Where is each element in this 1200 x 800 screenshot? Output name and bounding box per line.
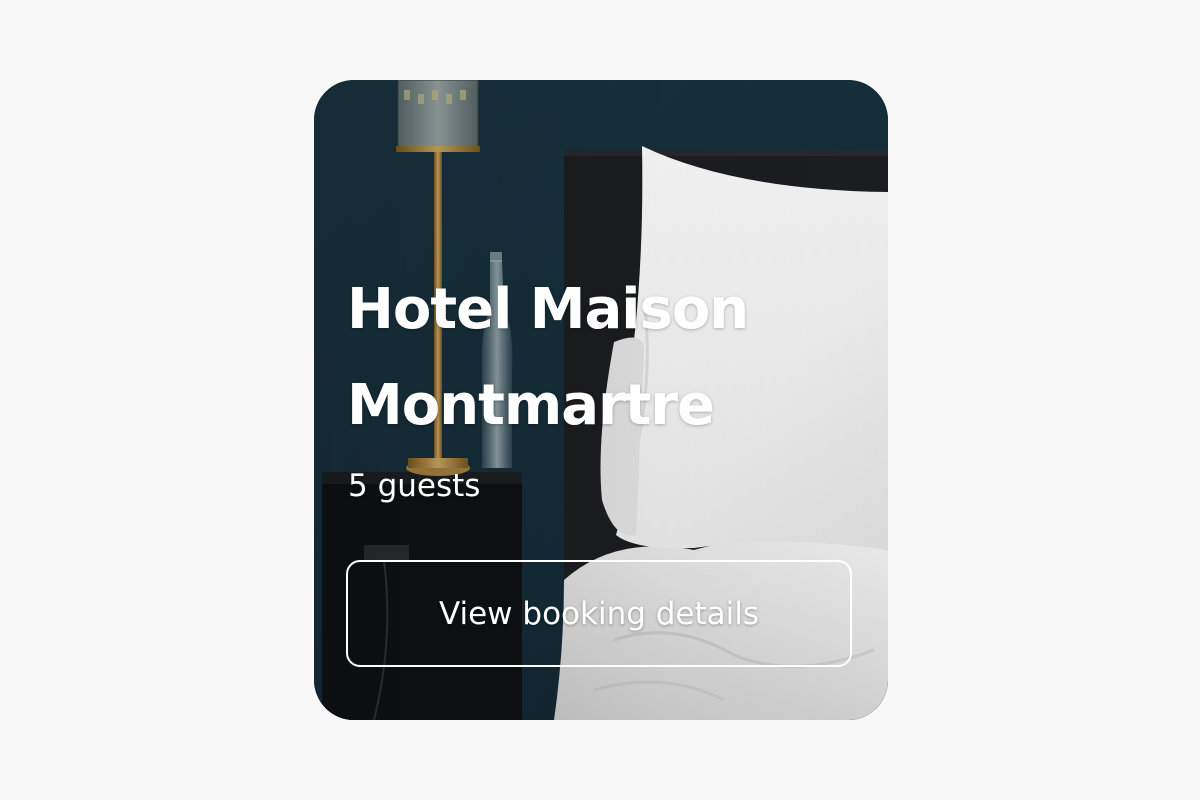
view-booking-details-button[interactable]: View booking details	[346, 560, 852, 667]
guest-count: 5 guests	[348, 468, 481, 504]
booking-card: Hotel Maison Montmartre 5 guests View bo…	[314, 80, 888, 720]
hotel-name: Hotel Maison Montmartre	[347, 277, 749, 438]
